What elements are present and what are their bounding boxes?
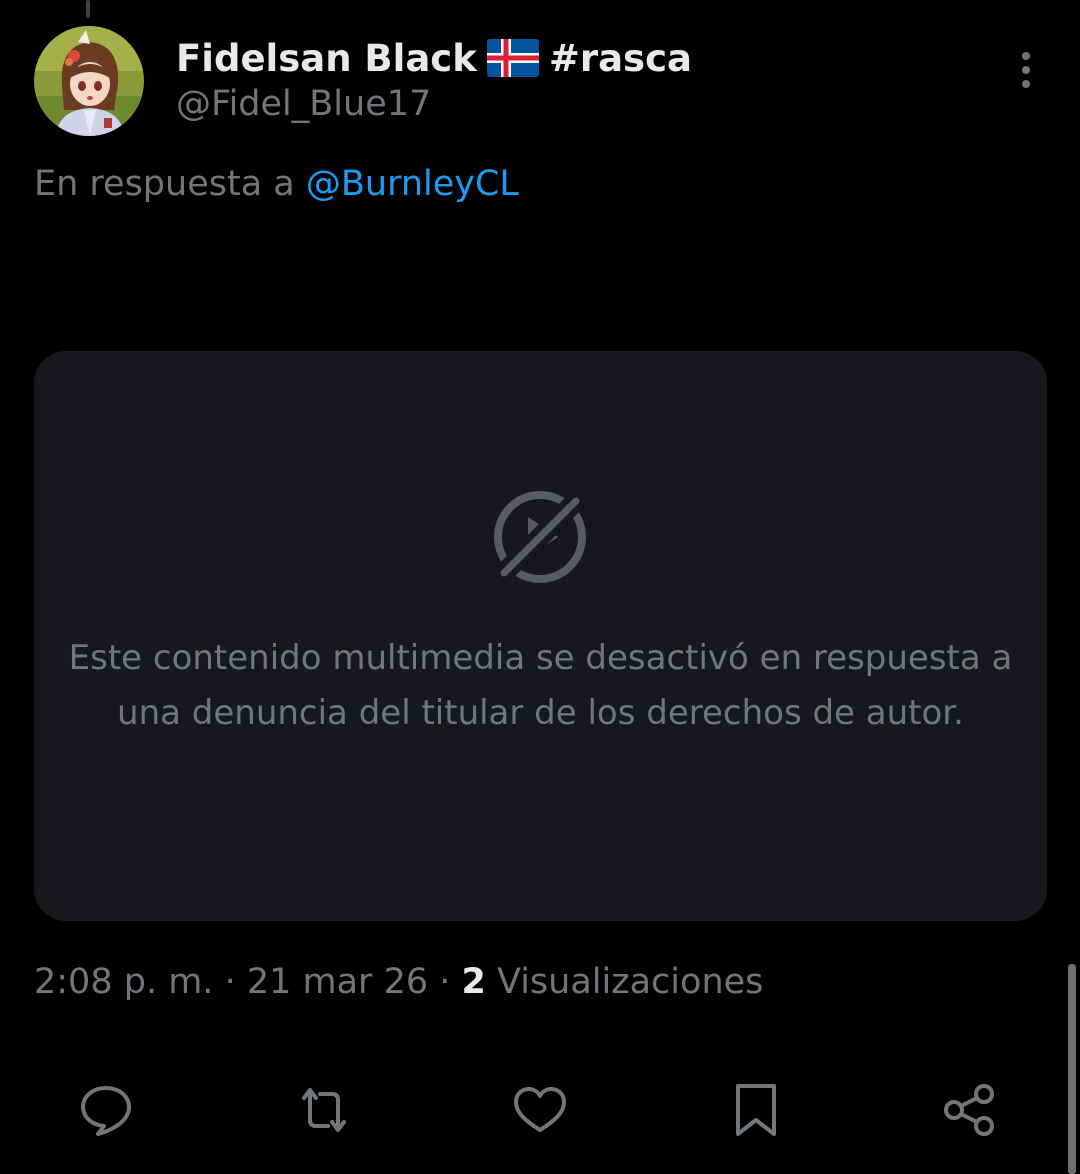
share-icon	[944, 1084, 994, 1136]
reply-context: En respuesta a @BurnleyCL	[34, 164, 519, 204]
reply-mention-link[interactable]: @BurnleyCL	[306, 164, 519, 204]
tweet-time[interactable]: 2:08 p. m.	[34, 962, 213, 1002]
hashtag[interactable]: #rasca	[549, 37, 692, 80]
tweet-meta: 2:08 p. m. · 21 mar 26 · 2 Visualizacion…	[34, 962, 763, 1002]
disabled-media-card: Este contenido multimedia se desactivó e…	[34, 351, 1047, 921]
share-button[interactable]	[940, 1080, 1000, 1140]
views-label[interactable]: Visualizaciones	[497, 962, 763, 1002]
media-disabled-message: Este contenido multimedia se desactivó e…	[68, 638, 1013, 733]
views-count[interactable]: 2	[462, 962, 486, 1002]
display-name[interactable]: Fidelsan Black	[176, 37, 477, 80]
retweet-icon	[302, 1088, 346, 1132]
thread-connector-line	[86, 0, 90, 18]
meta-separator: ·	[224, 962, 236, 1002]
reply-icon	[81, 1086, 131, 1136]
reply-prefix: En respuesta a	[34, 164, 295, 204]
display-name-row[interactable]: Fidelsan Black #rasca	[176, 34, 692, 82]
avatar[interactable]	[34, 26, 144, 136]
iceland-flag-icon	[486, 39, 539, 77]
scrollbar-thumb[interactable]	[1068, 964, 1076, 1174]
media-disabled-icon	[488, 485, 592, 589]
more-vertical-icon	[1022, 52, 1030, 88]
reply-button[interactable]	[76, 1080, 136, 1140]
like-icon	[514, 1087, 566, 1132]
bookmark-icon	[736, 1084, 776, 1136]
bookmark-button[interactable]	[726, 1080, 786, 1140]
retweet-button[interactable]	[294, 1080, 354, 1140]
tweet-date[interactable]: 21 mar 26	[247, 962, 428, 1002]
tweet-action-bar	[0, 1080, 1080, 1140]
more-options-button[interactable]	[1006, 48, 1046, 92]
user-handle[interactable]: @Fidel_Blue17	[176, 84, 431, 124]
like-button[interactable]	[510, 1080, 570, 1140]
meta-separator: ·	[439, 962, 451, 1002]
